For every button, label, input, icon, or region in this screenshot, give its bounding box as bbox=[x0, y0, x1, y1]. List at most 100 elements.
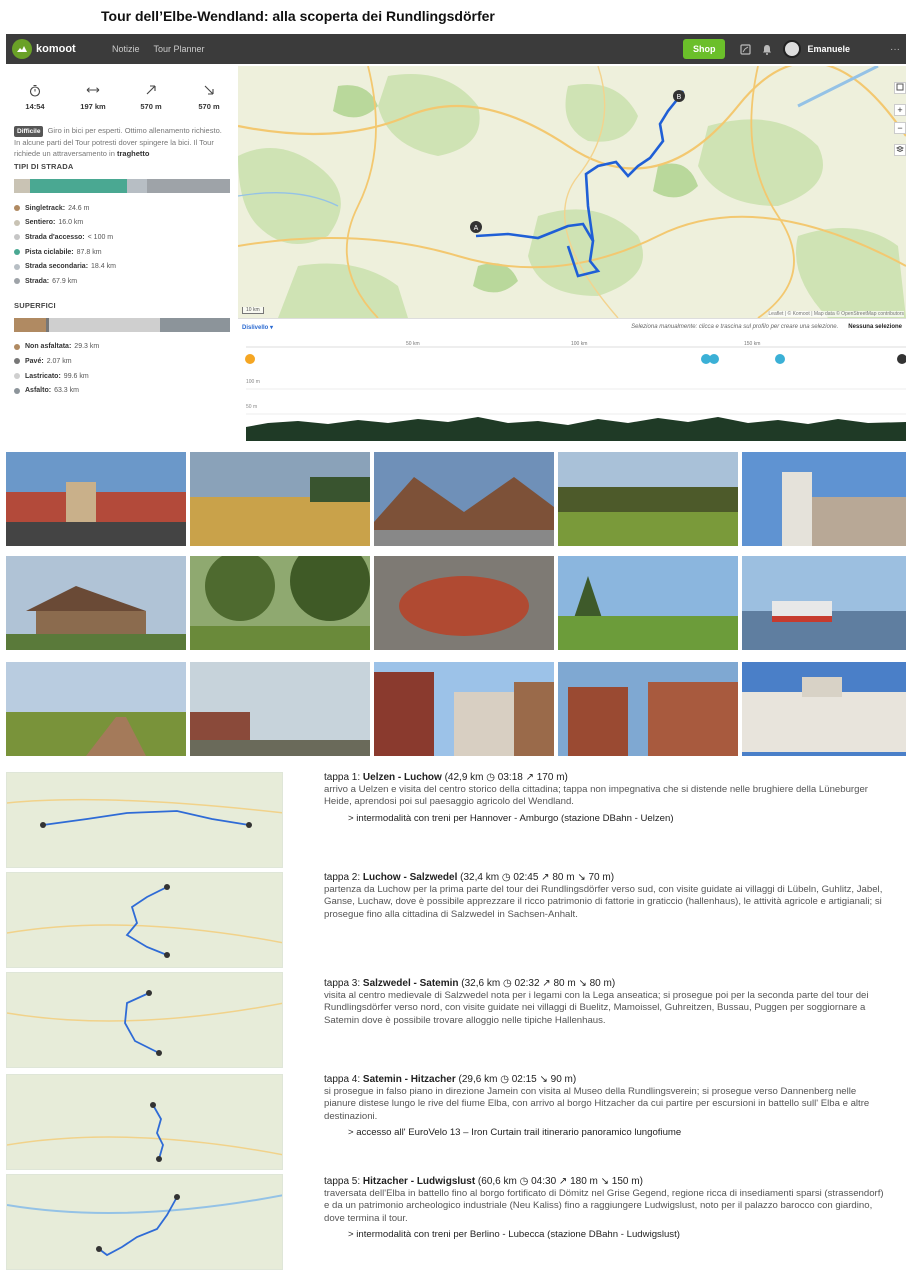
stage-5-note: > intermodalità con treni per Berlino - … bbox=[348, 1228, 680, 1240]
photo-tile[interactable] bbox=[558, 662, 738, 756]
photo-tile[interactable] bbox=[6, 556, 186, 650]
tour-map[interactable]: A B + − 10 km Leaflet | © Komoot | Map d… bbox=[238, 66, 906, 318]
stage-3-stats: (32,6 km ◷ 02:32 ↗ 80 m ↘ 80 m) bbox=[458, 978, 616, 989]
surface-legend-dot bbox=[14, 358, 20, 365]
surface-legend-item: Lastricato: 99.6 km bbox=[14, 369, 230, 384]
road-type-legend-value: < 100 m bbox=[87, 233, 114, 241]
photo-tile[interactable] bbox=[190, 662, 370, 756]
user-name[interactable]: Emanuele bbox=[807, 44, 850, 54]
surfaces-title: SUPERFICI bbox=[14, 300, 56, 310]
stage-2-title: tappa 2: Luchow - Salzwedel (32,4 km ◷ 0… bbox=[324, 872, 884, 884]
road-type-legend-dot bbox=[14, 263, 20, 270]
stage-1-text: arrivo a Uelzen e visita del centro stor… bbox=[324, 784, 868, 808]
stage-4-title: tappa 4: Satemin - Hitzacher (29,6 km ◷ … bbox=[324, 1074, 884, 1086]
route-icon[interactable] bbox=[739, 43, 751, 55]
map-scale: 10 km bbox=[242, 307, 264, 314]
stage-2-text: partenza da Luchow per la prima parte de… bbox=[324, 884, 883, 920]
surface-legend-dot bbox=[14, 343, 20, 350]
bell-icon[interactable] bbox=[761, 43, 773, 55]
stage-1-map-thumbnail[interactable] bbox=[6, 772, 283, 868]
surface-legend-label: Asfalto: bbox=[25, 387, 52, 395]
photo-tile[interactable] bbox=[558, 556, 738, 650]
surface-bar-non-asfaltata bbox=[14, 317, 47, 332]
road-type-legend-label: Strada d'accesso: bbox=[25, 233, 85, 241]
stage-3-text: visita al centro medievale di Salzwedel … bbox=[324, 990, 869, 1026]
road-type-legend-label: Singletrack: bbox=[25, 204, 66, 212]
page-title: Tour dell’Elbe-Wendland: alla scoperta d… bbox=[101, 8, 495, 24]
road-bar-ciclabile bbox=[30, 179, 127, 193]
stage-4-text: si prosegue in falso piano in direzione … bbox=[324, 1086, 870, 1122]
nav-notizie[interactable]: Notizie bbox=[112, 44, 140, 54]
elevation-profile[interactable]: Dislivello ▾ Seleziona manualmente: clic… bbox=[238, 318, 906, 441]
stage-1-title: tappa 1: Uelzen - Luchow (42,9 km ◷ 03:1… bbox=[324, 772, 884, 784]
more-menu-icon[interactable]: ··· bbox=[890, 44, 900, 55]
shop-button[interactable]: Shop bbox=[682, 39, 726, 59]
stage-2-map-thumbnail[interactable] bbox=[6, 872, 283, 968]
photo-tile[interactable] bbox=[190, 452, 370, 546]
road-type-legend-value: 16.0 km bbox=[58, 219, 84, 227]
stage-4-map-thumbnail[interactable] bbox=[6, 1074, 283, 1170]
stage-1-stats: (42,9 km ◷ 03:18 ↗ 170 m) bbox=[441, 772, 568, 783]
surfaces-legend: Non asfaltata: 29.3 km Pavé: 2.07 km Lastric… bbox=[14, 340, 230, 398]
stopwatch-icon bbox=[8, 84, 62, 98]
page-root: Tour dell’Elbe-Wendland: alla scoperta d… bbox=[0, 0, 906, 1278]
stage-4-stats: (29,6 km ◷ 02:15 ↘ 90 m) bbox=[455, 1074, 577, 1085]
stage-5-map-thumbnail[interactable] bbox=[6, 1174, 283, 1270]
photo-tile[interactable] bbox=[6, 662, 186, 756]
photo-tile[interactable] bbox=[374, 556, 554, 650]
surface-bar-lastricato bbox=[48, 317, 160, 332]
road-type-legend-label: Strada secondaria: bbox=[25, 263, 89, 271]
stat-distance-value: 197 km bbox=[80, 102, 106, 111]
stage-2-prefix: tappa 2: bbox=[324, 872, 363, 883]
road-type-legend-value: 87.8 km bbox=[76, 248, 102, 256]
photo-tile[interactable] bbox=[374, 662, 554, 756]
stage-5-text: traversata dell'Elba in battello fino al… bbox=[324, 1188, 884, 1224]
surface-legend-label: Lastricato: bbox=[25, 372, 61, 380]
stat-duration: 14:54 bbox=[8, 84, 62, 111]
road-type-legend-dot bbox=[14, 278, 20, 285]
distance-arrows-icon bbox=[66, 84, 120, 98]
surface-legend-dot bbox=[14, 373, 20, 380]
road-types-legend: Singletrack: 24.6 m Sentiero: 16.0 km Strada… bbox=[14, 201, 230, 289]
stage-2: tappa 2: Luchow - Salzwedel (32,4 km ◷ 0… bbox=[324, 872, 884, 921]
map-layers-icon[interactable] bbox=[894, 144, 906, 156]
photo-tile[interactable] bbox=[6, 452, 186, 546]
stage-3: tappa 3: Salzwedel - Satemin (32,6 km ◷ … bbox=[324, 978, 884, 1027]
stage-4: tappa 4: Satemin - Hitzacher (29,6 km ◷ … bbox=[324, 1074, 884, 1139]
surface-legend-label: Pavé: bbox=[25, 357, 44, 365]
road-type-legend-label: Strada: bbox=[25, 277, 50, 285]
road-type-legend-label: Pista ciclabile: bbox=[25, 248, 74, 256]
road-bar-secondaria bbox=[126, 179, 147, 193]
stat-duration-value: 14:54 bbox=[25, 102, 45, 111]
tour-info-panel: 14:54 197 km 570 m 570 m Difficile Giro … bbox=[6, 66, 238, 448]
photo-tile[interactable] bbox=[190, 556, 370, 650]
elevation-poi-marker bbox=[775, 354, 785, 364]
surface-legend-value: 2.07 km bbox=[46, 357, 72, 365]
photo-tile[interactable] bbox=[558, 452, 738, 546]
map-zoom-in-button[interactable]: + bbox=[894, 104, 906, 116]
photo-tile[interactable] bbox=[374, 452, 554, 546]
stage-1-route: Uelzen - Luchow bbox=[362, 772, 442, 783]
stage-3-map-thumbnail[interactable] bbox=[6, 972, 283, 1068]
road-type-legend-label: Sentiero: bbox=[25, 219, 56, 227]
surface-legend-value: 99.6 km bbox=[63, 372, 89, 380]
stage-4-note: > accesso all' EuroVelo 13 – Iron Curtai… bbox=[348, 1126, 682, 1138]
komoot-logo[interactable]: komoot bbox=[12, 39, 98, 59]
photo-tile[interactable] bbox=[742, 556, 906, 650]
stage-5-title: tappa 5: Hitzacher - Ludwigslust (60,6 k… bbox=[324, 1176, 884, 1188]
map-fullscreen-icon[interactable] bbox=[894, 82, 906, 94]
nav-tour-planner[interactable]: Tour Planner bbox=[154, 44, 205, 54]
photo-tile[interactable] bbox=[742, 662, 906, 756]
stat-ascent-value: 570 m bbox=[140, 102, 162, 111]
user-avatar[interactable] bbox=[783, 40, 802, 58]
map-zoom-out-button[interactable]: − bbox=[894, 122, 906, 134]
stage-1-note: > intermodalità con treni per Hannover -… bbox=[348, 812, 674, 824]
photo-tile[interactable] bbox=[742, 452, 906, 546]
stage-1-prefix: tappa 1: bbox=[324, 772, 363, 783]
difficulty-badge: Difficile bbox=[14, 126, 44, 137]
stage-4-prefix: tappa 4: bbox=[324, 1074, 363, 1085]
road-type-legend-dot bbox=[14, 219, 20, 226]
road-type-legend-item: Strada: 67.9 km bbox=[14, 274, 230, 289]
map-attribution: Leaflet | © Komoot | Map data © OpenStre… bbox=[768, 311, 904, 317]
stage-3-title: tappa 3: Salzwedel - Satemin (32,6 km ◷ … bbox=[324, 978, 884, 990]
